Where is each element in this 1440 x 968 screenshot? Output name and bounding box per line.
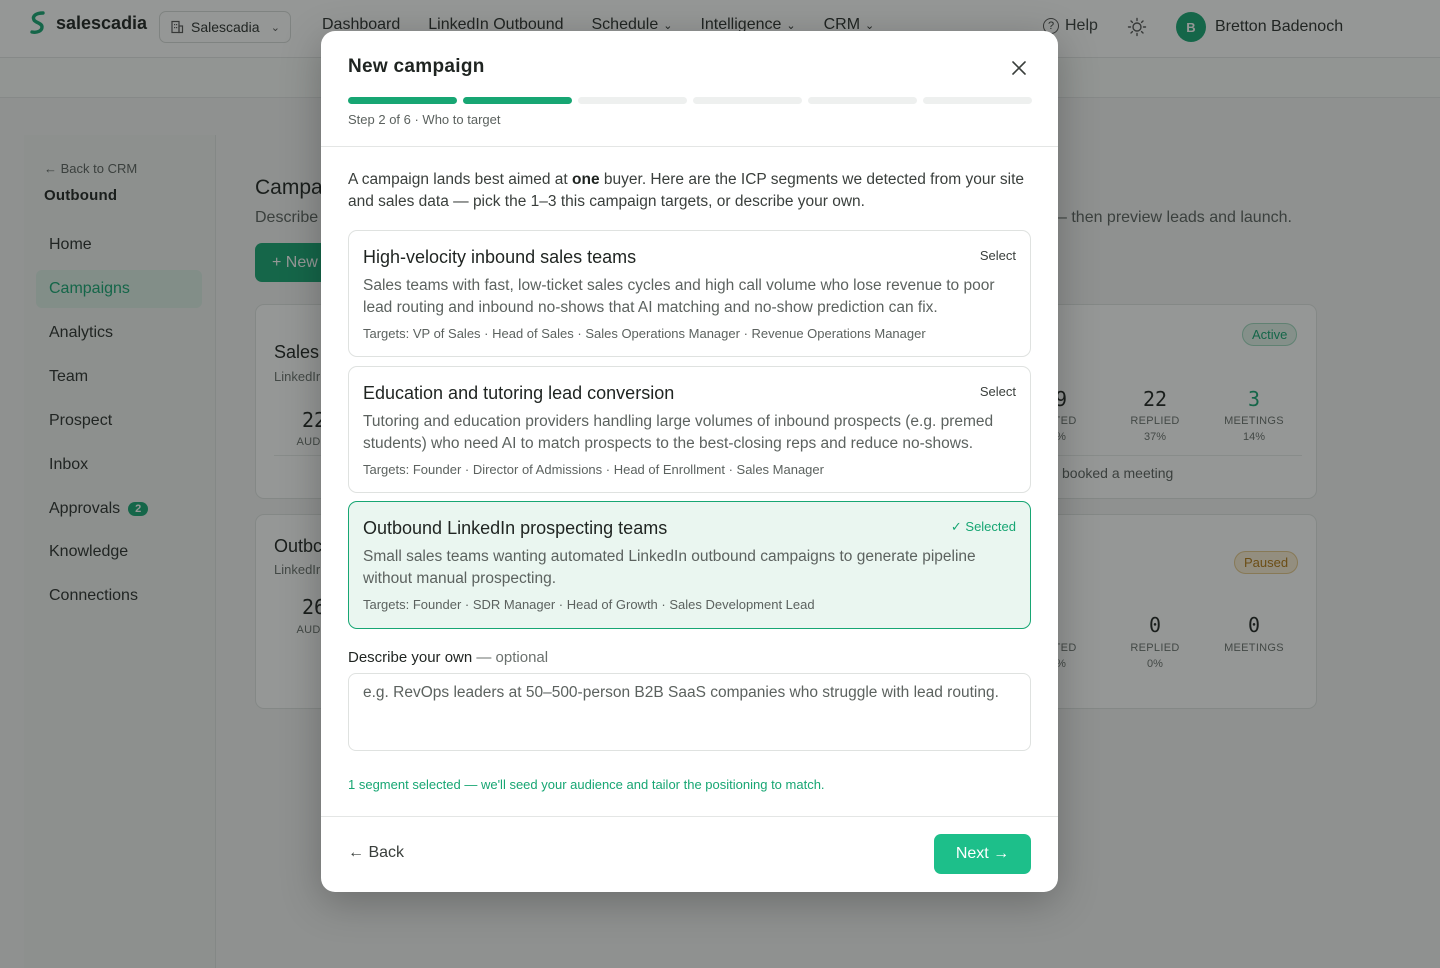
segment-targets: Targets: Founder · Director of Admission…	[363, 462, 824, 477]
segment-targets: Targets: Founder · SDR Manager · Head of…	[363, 597, 815, 612]
optional-hint: — optional	[472, 649, 549, 666]
close-icon	[1012, 61, 1026, 75]
progress-segment-5	[808, 97, 917, 104]
segment-selected-indicator[interactable]: ✓ Selected	[951, 519, 1016, 535]
intro-emphasis: one	[572, 171, 600, 188]
next-button[interactable]: Next →	[934, 834, 1031, 874]
progress-segment-6	[923, 97, 1032, 104]
describe-own-label: Describe your own — optional	[348, 649, 548, 666]
intro-text-part: A campaign lands best aimed at	[348, 171, 573, 188]
close-button[interactable]	[1007, 56, 1031, 80]
back-button[interactable]: ← Back	[348, 844, 404, 862]
segment-description: Sales teams with fast, low-ticket sales …	[363, 277, 995, 316]
segment-description: Small sales teams wanting automated Link…	[363, 548, 976, 587]
segment-card-linkedin-outbound[interactable]: Outbound LinkedIn prospecting teams ✓ Se…	[348, 501, 1031, 629]
progress-segment-1	[348, 97, 457, 104]
modal-title: New campaign	[348, 56, 485, 77]
describe-own-label-text: Describe your own	[348, 649, 473, 666]
step-progress-bar	[348, 97, 1032, 104]
segment-select-button[interactable]: Select	[980, 248, 1016, 263]
describe-own-input[interactable]	[348, 673, 1031, 751]
segment-description: Tutoring and education providers handlin…	[363, 413, 994, 452]
progress-segment-3	[578, 97, 687, 104]
intro-text: A campaign lands best aimed at one buyer…	[348, 169, 1032, 213]
selection-summary: 1 segment selected — we'll seed your aud…	[348, 777, 825, 792]
progress-segment-2	[463, 97, 572, 104]
new-campaign-modal: New campaign Step 2 of 6 · Who to target…	[321, 31, 1058, 892]
segment-targets: Targets: VP of Sales · Head of Sales · S…	[363, 326, 926, 341]
divider	[321, 816, 1058, 817]
segment-card-high-velocity[interactable]: High-velocity inbound sales teams Select…	[348, 230, 1031, 357]
segment-title: Outbound LinkedIn prospecting teams	[363, 518, 668, 538]
segment-title: Education and tutoring lead conversion	[363, 383, 675, 403]
segment-select-button[interactable]: Select	[980, 384, 1016, 399]
segment-title: High-velocity inbound sales teams	[363, 247, 637, 267]
divider	[321, 146, 1058, 147]
progress-segment-4	[693, 97, 802, 104]
segment-card-education[interactable]: Education and tutoring lead conversion S…	[348, 366, 1031, 493]
step-label: Step 2 of 6 · Who to target	[348, 112, 501, 127]
